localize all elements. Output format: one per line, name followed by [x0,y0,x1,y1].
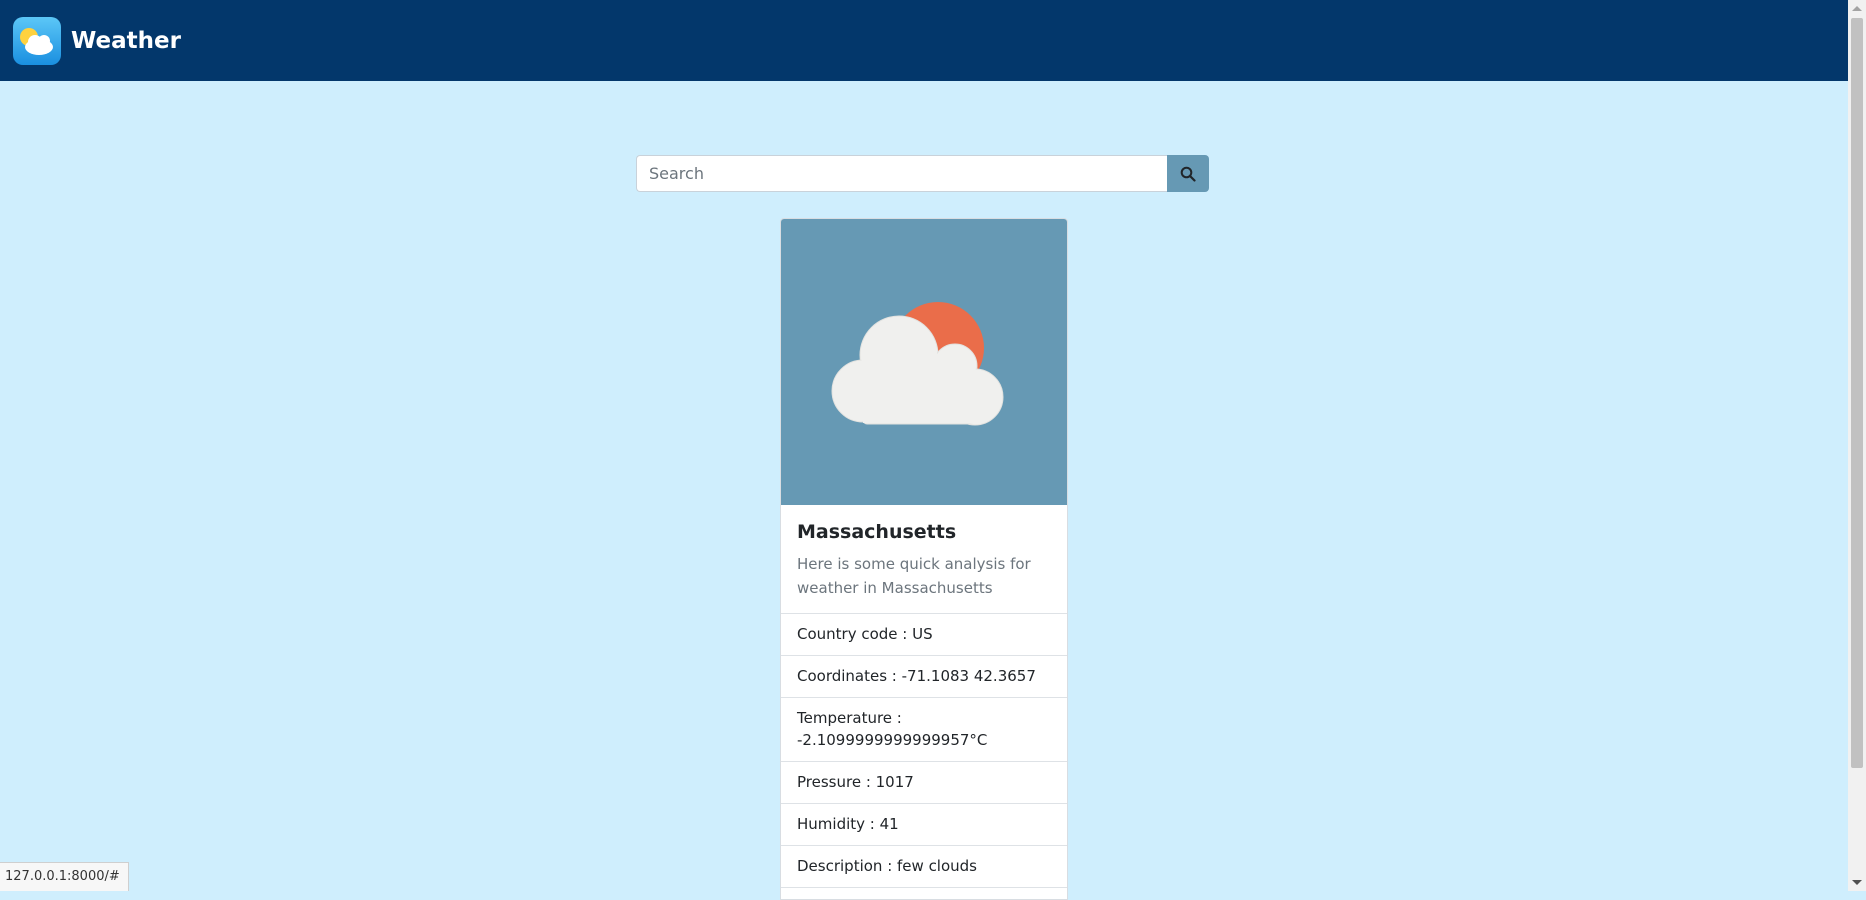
weather-details-list: Country code : US Coordinates : -71.1083… [781,613,1067,888]
cloud-sun-icon [831,302,1004,426]
country-code-item: Country code : US [781,614,1067,656]
humidity-item: Humidity : 41 [781,804,1067,846]
weather-card: Massachusetts Here is some quick analysi… [780,218,1068,900]
card-body: Massachusetts Here is some quick analysi… [781,505,1067,613]
location-title: Massachusetts [797,521,957,543]
search-form [636,155,1209,192]
temperature-item: Temperature : -2.1099999999999957°C [781,698,1067,762]
pressure-item: Pressure : 1017 [781,762,1067,804]
search-icon [1180,166,1196,182]
status-bar-url: 127.0.0.1:8000/# [0,862,129,891]
search-button[interactable] [1167,155,1209,192]
coordinates-item: Coordinates : -71.1083 42.3657 [781,656,1067,698]
description-item: Description : few clouds [781,846,1067,888]
scroll-up-icon[interactable] [1852,6,1862,11]
sun-cloud-icon-svg [20,27,53,55]
brand-title[interactable]: Weather [71,28,181,54]
page-scrollbar[interactable] [1848,0,1866,891]
navbar: Weather [0,0,1848,81]
weather-image [781,219,1067,505]
scrollbar-thumb[interactable] [1851,18,1863,768]
location-subtitle: Here is some quick analysis for weather … [797,555,1031,597]
scroll-down-icon[interactable] [1852,880,1862,885]
sun-cloud-icon[interactable] [13,16,61,65]
search-input[interactable] [636,155,1167,192]
